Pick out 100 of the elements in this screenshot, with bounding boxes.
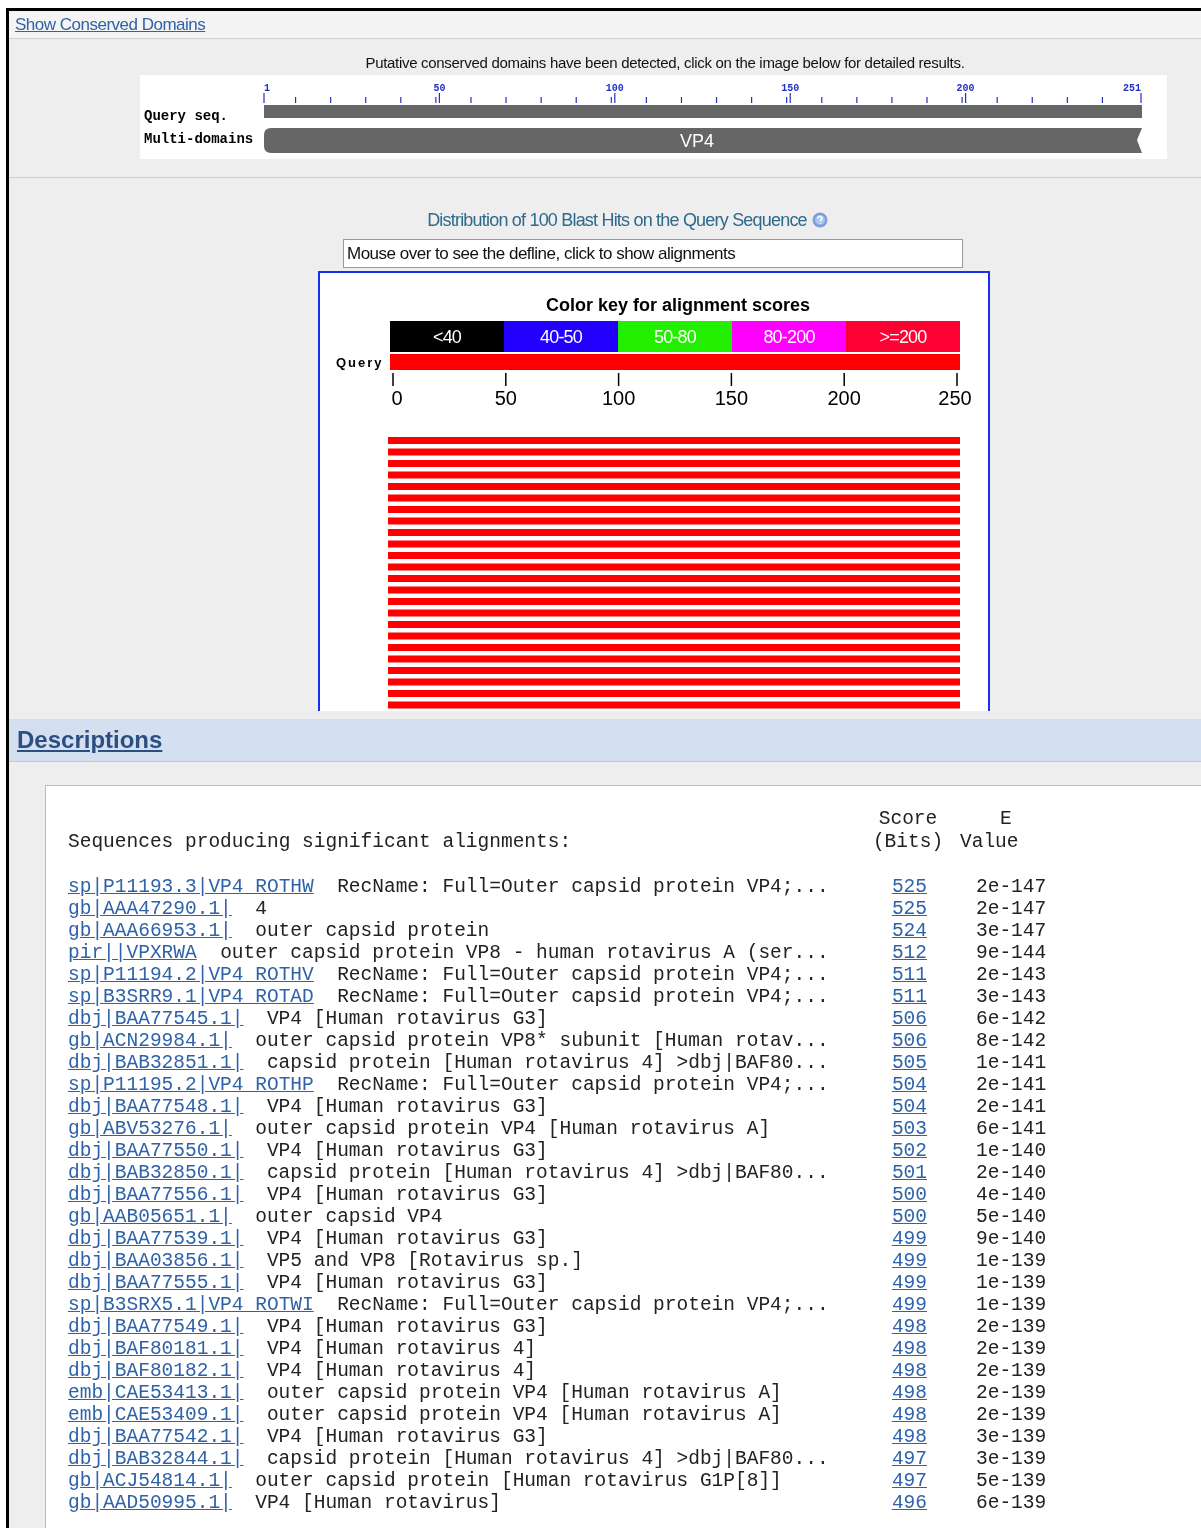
score-link[interactable]: 498 xyxy=(878,1382,927,1404)
accession-link[interactable]: gb|AAD50995.1| xyxy=(68,1492,232,1514)
description-text: RecName: Full=Outer capsid protein VP4;... xyxy=(337,1074,829,1096)
description-text: VP4 [Human rotavirus 4] xyxy=(266,1338,537,1360)
accession-link[interactable]: sp|P11195.2|VP4_ROTHP xyxy=(68,1074,314,1096)
color-key-label: 50-80 xyxy=(654,327,696,347)
score-link[interactable]: 498 xyxy=(878,1404,927,1426)
ruler-label: 1 xyxy=(264,83,270,94)
score-link[interactable]: 504 xyxy=(878,1096,927,1118)
description-text: capsid protein [Human rotavirus 4] >dbj|BAF80... xyxy=(266,1052,829,1074)
accession-link[interactable]: dbj|BAF80182.1| xyxy=(68,1360,244,1382)
evalue-text: 5e-139 xyxy=(975,1470,1048,1492)
accession-link[interactable]: dbj|BAA77555.1| xyxy=(68,1272,244,1294)
accession-link[interactable]: gb|ACN29984.1| xyxy=(68,1030,232,1052)
color-key-label: >=200 xyxy=(879,327,927,347)
axis-label: 200 xyxy=(827,387,861,409)
axis-label: 150 xyxy=(714,387,749,409)
score-link[interactable]: 499 xyxy=(878,1294,927,1316)
description-text: RecName: Full=Outer capsid protein VP4;... xyxy=(337,876,829,898)
accession-link[interactable]: gb|ABV53276.1| xyxy=(68,1118,232,1140)
accession-link[interactable]: emb|CAE53409.1| xyxy=(68,1404,244,1426)
query-label: Query xyxy=(336,355,384,370)
score-link[interactable]: 506 xyxy=(878,1030,927,1052)
description-text: VP4 [Human rotavirus G3] xyxy=(266,1184,548,1206)
score-link[interactable]: 511 xyxy=(878,986,927,1008)
ruler-label: 251 xyxy=(1123,83,1141,94)
evalue-text: 2e-147 xyxy=(975,876,1048,898)
score-link[interactable]: 505 xyxy=(878,1052,927,1074)
descriptions-title[interactable]: Descriptions xyxy=(17,726,163,754)
score-link[interactable]: 499 xyxy=(878,1228,927,1250)
accession-link[interactable]: dbj|BAA77539.1| xyxy=(68,1228,244,1250)
description-text: VP4 [Human rotavirus 4] xyxy=(266,1360,537,1382)
description-text: VP4 [Human rotavirus G3] xyxy=(266,1096,548,1118)
score-link[interactable]: 506 xyxy=(878,1008,927,1030)
description-text: capsid protein [Human rotavirus 4] >dbj|BAF80... xyxy=(266,1448,829,1470)
description-text: VP4 [Human rotavirus G3] xyxy=(266,1008,548,1030)
show-conserved-domains-link[interactable]: Show Conserved Domains xyxy=(15,14,206,35)
accession-link[interactable]: gb|AAA66953.1| xyxy=(68,920,232,942)
description-text: outer capsid protein VP4 [Human rotavirus A] xyxy=(266,1404,782,1426)
evalue-text: 3e-143 xyxy=(975,986,1048,1008)
accession-link[interactable]: sp|B3SRX5.1|VP4_ROTWI xyxy=(68,1294,314,1316)
accession-link[interactable]: gb|AAB05651.1| xyxy=(68,1206,232,1228)
evalue-text: 2e-139 xyxy=(975,1404,1048,1426)
score-link[interactable]: 500 xyxy=(878,1206,927,1228)
accession-link[interactable]: dbj|BAA77548.1| xyxy=(68,1096,244,1118)
accession-link[interactable]: dbj|BAA03856.1| xyxy=(68,1250,244,1272)
score-link[interactable]: 524 xyxy=(878,920,927,942)
accession-link[interactable]: sp|P11193.3|VP4_ROTHW xyxy=(68,876,314,898)
score-link[interactable]: 502 xyxy=(878,1140,927,1162)
row-label: Query seq. xyxy=(144,107,229,126)
accession-link[interactable]: emb|CAE53413.1| xyxy=(68,1382,244,1404)
evalue-text: 4e-140 xyxy=(975,1184,1048,1206)
ruler-label: 50 xyxy=(433,83,446,94)
accession-link[interactable]: dbj|BAB32844.1| xyxy=(68,1448,244,1470)
score-link[interactable]: 498 xyxy=(878,1426,927,1448)
accession-link[interactable]: dbj|BAF80181.1| xyxy=(68,1338,244,1360)
evalue-text: 5e-140 xyxy=(975,1206,1048,1228)
description-text: outer capsid VP4 xyxy=(255,1206,443,1228)
accession-link[interactable]: dbj|BAA77549.1| xyxy=(68,1316,244,1338)
score-link[interactable]: 525 xyxy=(878,876,927,898)
score-link[interactable]: 512 xyxy=(878,942,927,964)
row-label: Multi-domains xyxy=(144,130,255,149)
defline-field[interactable]: Mouse over to see the defline, click to show alignments xyxy=(343,239,963,268)
accession-link[interactable]: dbj|BAA77542.1| xyxy=(68,1426,244,1448)
distribution-title: Distribution of 100 Blast Hits on the Query Sequence xyxy=(427,209,807,231)
score-link[interactable]: 499 xyxy=(878,1250,927,1272)
score-link[interactable]: 498 xyxy=(878,1360,927,1382)
score-link[interactable]: 499 xyxy=(878,1272,927,1294)
score-link[interactable]: 496 xyxy=(878,1492,927,1514)
accession-link[interactable]: dbj|BAB32850.1| xyxy=(68,1162,244,1184)
score-link[interactable]: 504 xyxy=(878,1074,927,1096)
accession-link[interactable]: dbj|BAA77556.1| xyxy=(68,1184,244,1206)
score-link[interactable]: 497 xyxy=(878,1448,927,1470)
score-link[interactable]: 511 xyxy=(878,964,927,986)
ruler-label: 200 xyxy=(956,83,975,94)
score-link[interactable]: 498 xyxy=(878,1316,927,1338)
accession-link[interactable]: gb|ACJ54814.1| xyxy=(68,1470,232,1492)
accession-link[interactable]: pir||VPXRWA xyxy=(68,942,197,964)
accession-link[interactable]: dbj|BAA77550.1| xyxy=(68,1140,244,1162)
score-link[interactable]: 525 xyxy=(878,898,927,920)
description-text: outer capsid protein VP8 - human rotavirus A (ser... xyxy=(220,942,829,964)
evalue-text: 2e-147 xyxy=(975,898,1048,920)
accession-link[interactable]: sp|P11194.2|VP4_ROTHV xyxy=(68,964,314,986)
evalue-text: 3e-139 xyxy=(975,1448,1048,1470)
accession-link[interactable]: dbj|BAB32851.1| xyxy=(68,1052,244,1074)
score-link[interactable]: 498 xyxy=(878,1338,927,1360)
score-link[interactable]: 501 xyxy=(878,1162,927,1184)
score-link[interactable]: 497 xyxy=(878,1470,927,1492)
score-link[interactable]: 503 xyxy=(878,1118,927,1140)
accession-link[interactable]: gb|AAA47290.1| xyxy=(68,898,232,920)
description-text: VP5 and VP8 [Rotavirus sp.] xyxy=(266,1250,583,1272)
evalue-text: 2e-139 xyxy=(975,1316,1048,1338)
accession-link[interactable]: sp|B3SRR9.1|VP4_ROTAD xyxy=(68,986,314,1008)
description-text: capsid protein [Human rotavirus 4] >dbj|BAF80... xyxy=(266,1162,829,1184)
evalue-text: 9e-144 xyxy=(975,942,1048,964)
description-text: VP4 [Human rotavirus G3] xyxy=(266,1140,548,1162)
domain-image[interactable]: Query seq. Multi-domains 1 50 100 150 200 251 VP4 xyxy=(140,75,1167,159)
evalue-text: 2e-143 xyxy=(975,964,1048,986)
accession-link[interactable]: dbj|BAA77545.1| xyxy=(68,1008,244,1030)
score-link[interactable]: 500 xyxy=(878,1184,927,1206)
